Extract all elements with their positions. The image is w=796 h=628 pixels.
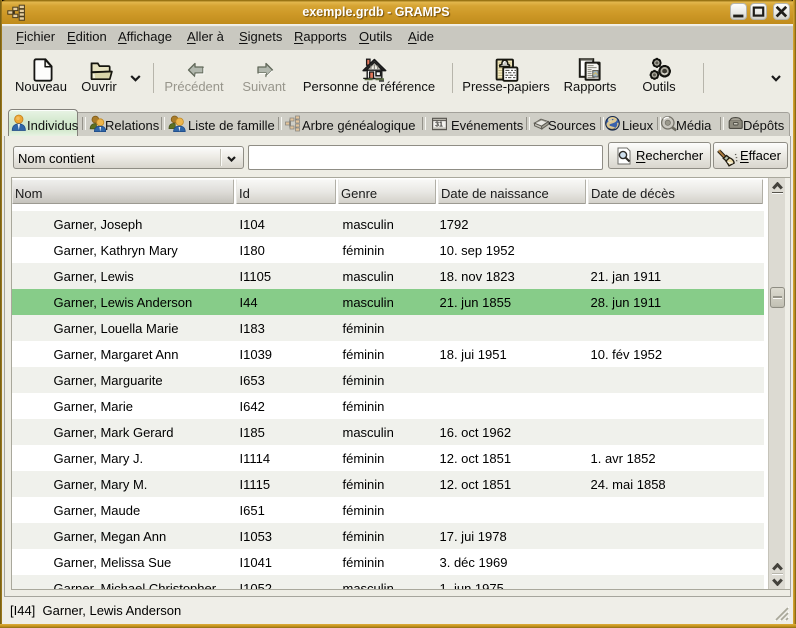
svg-text:31: 31 [435,122,443,129]
